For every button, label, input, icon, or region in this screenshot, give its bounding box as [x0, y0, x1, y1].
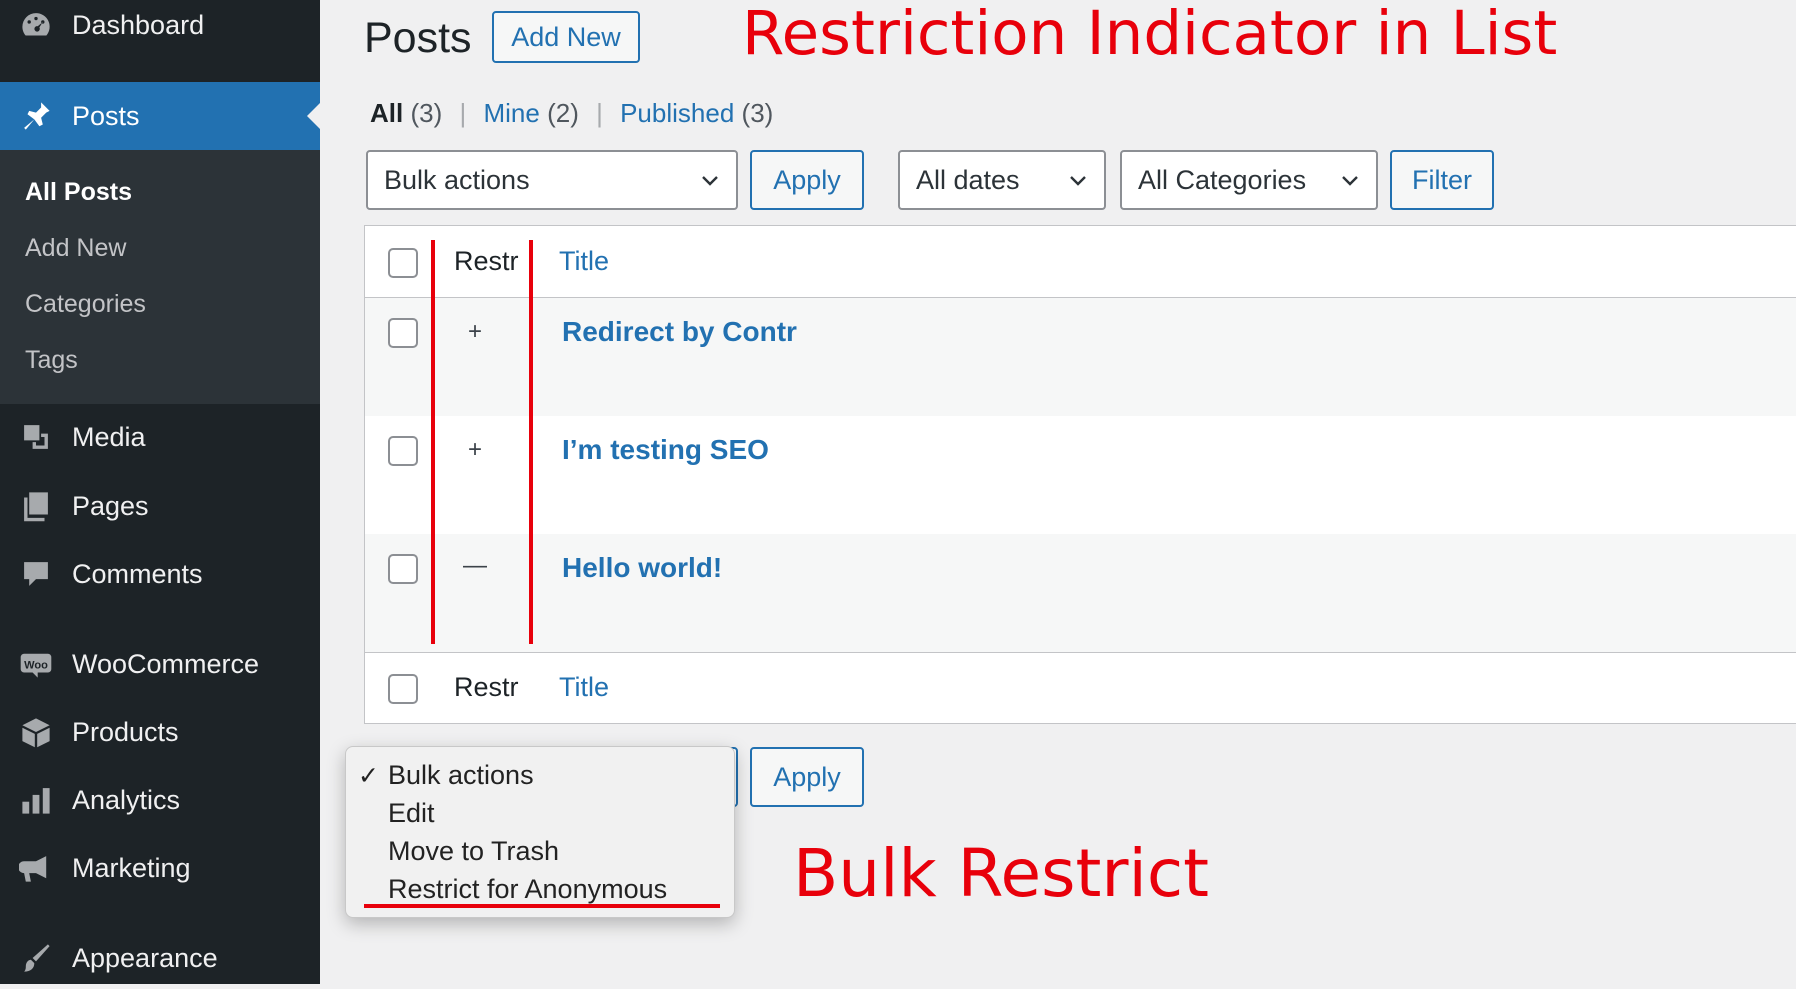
- post-title-link[interactable]: Redirect by Contr: [562, 316, 797, 348]
- restriction-indicator: +: [467, 436, 482, 463]
- bulk-actions-dropdown: ✓ Bulk actions Edit Move to Trash Restri…: [345, 746, 735, 918]
- table-header: Restr Title: [365, 226, 1796, 298]
- bar-chart-icon: [18, 782, 54, 818]
- box-icon: [18, 714, 54, 750]
- menu-posts[interactable]: Posts: [0, 82, 320, 150]
- add-new-button[interactable]: Add New: [492, 11, 640, 63]
- select-all-checkbox[interactable]: [388, 248, 418, 278]
- admin-sidebar: Dashboard Posts All Posts Add New Catego…: [0, 0, 320, 984]
- table-footer: Restr Title: [365, 653, 1796, 724]
- page-title: Posts: [364, 14, 472, 62]
- checkmark-icon: ✓: [358, 762, 379, 790]
- menu-marketing[interactable]: Marketing: [0, 837, 320, 899]
- menu-dashboard[interactable]: Dashboard: [0, 0, 320, 56]
- table-row: — Hello world!: [365, 534, 1796, 653]
- annotation-bulk-restrict: Bulk Restrict: [793, 835, 1210, 912]
- annotation-restriction-indicator: Restriction Indicator in List: [742, 0, 1558, 69]
- submenu-add-new[interactable]: Add New: [25, 234, 126, 263]
- annotation-line-left: [431, 240, 435, 644]
- separator: |: [596, 98, 603, 128]
- option-bulk-actions[interactable]: Bulk actions: [388, 760, 534, 791]
- menu-label: Products: [72, 716, 179, 747]
- table-row: + Redirect by Contr: [365, 298, 1796, 416]
- menu-media[interactable]: Media: [0, 406, 320, 468]
- annotation-underline: [364, 904, 720, 908]
- pages-icon: [18, 488, 54, 524]
- apply-button-bottom[interactable]: Apply: [750, 747, 864, 807]
- menu-analytics[interactable]: Analytics: [0, 769, 320, 831]
- row-checkbox[interactable]: [388, 318, 418, 348]
- woo-icon: Woo: [18, 646, 54, 682]
- column-title[interactable]: Title: [559, 672, 609, 703]
- menu-label: Analytics: [72, 784, 181, 815]
- menu-label: Posts: [72, 100, 140, 131]
- option-restrict-anonymous[interactable]: Restrict for Anonymous: [388, 874, 667, 905]
- post-title-link[interactable]: I’m testing SEO: [562, 434, 769, 466]
- posts-table: Restr Title + Redirect by Contr + I’m te…: [364, 225, 1796, 724]
- chevron-down-icon: [1342, 176, 1358, 186]
- status-views: All (3) | Mine (2) | Published (3): [370, 98, 773, 129]
- chevron-down-icon: [1070, 176, 1086, 186]
- categories-value: All Categories: [1138, 164, 1307, 195]
- bulk-actions-value: Bulk actions: [384, 164, 530, 195]
- bulk-actions-select[interactable]: Bulk actions: [366, 150, 738, 210]
- categories-select[interactable]: All Categories: [1120, 150, 1378, 210]
- menu-label: Comments: [72, 558, 203, 589]
- menu-label: WooCommerce: [72, 648, 260, 679]
- submenu-tags[interactable]: Tags: [25, 346, 78, 375]
- column-restr: Restr: [454, 246, 519, 276]
- menu-label: Pages: [72, 490, 149, 521]
- menu-comments[interactable]: Comments: [0, 543, 320, 605]
- annotation-line-right: [529, 240, 533, 644]
- view-count: (3): [410, 98, 443, 128]
- separator: |: [459, 98, 467, 128]
- option-move-to-trash[interactable]: Move to Trash: [388, 836, 559, 867]
- dates-select[interactable]: All dates: [898, 150, 1106, 210]
- pin-icon: [18, 98, 54, 134]
- posts-submenu: All Posts Add New Categories Tags: [0, 150, 320, 404]
- menu-label: Media: [72, 421, 146, 452]
- svg-text:Woo: Woo: [24, 659, 48, 671]
- view-all[interactable]: All: [370, 98, 403, 128]
- column-restr: Restr: [454, 672, 519, 702]
- dashboard-icon: [18, 7, 54, 43]
- view-count: (3): [741, 98, 774, 128]
- view-published[interactable]: Published: [620, 98, 734, 128]
- table-row: + I’m testing SEO: [365, 416, 1796, 534]
- restriction-indicator: +: [467, 318, 482, 345]
- menu-appearance[interactable]: Appearance: [0, 927, 320, 989]
- option-edit[interactable]: Edit: [388, 798, 435, 829]
- media-icon: [18, 419, 54, 455]
- restriction-indicator: —: [463, 552, 487, 579]
- chevron-down-icon: [702, 176, 718, 186]
- post-title-link[interactable]: Hello world!: [562, 552, 722, 584]
- brush-icon: [18, 940, 54, 976]
- menu-label: Appearance: [72, 942, 218, 973]
- filter-button[interactable]: Filter: [1390, 150, 1494, 210]
- megaphone-icon: [18, 850, 54, 886]
- submenu-categories[interactable]: Categories: [25, 290, 146, 319]
- comments-icon: [18, 556, 54, 592]
- apply-button[interactable]: Apply: [750, 150, 864, 210]
- select-all-checkbox[interactable]: [388, 674, 418, 704]
- column-title[interactable]: Title: [559, 246, 609, 277]
- row-checkbox[interactable]: [388, 554, 418, 584]
- submenu-all-posts[interactable]: All Posts: [25, 178, 132, 207]
- view-count: (2): [547, 98, 579, 128]
- view-mine[interactable]: Mine: [483, 98, 539, 128]
- menu-woocommerce[interactable]: Woo WooCommerce: [0, 633, 320, 695]
- menu-label: Dashboard: [72, 9, 205, 40]
- row-checkbox[interactable]: [388, 436, 418, 466]
- menu-products[interactable]: Products: [0, 701, 320, 763]
- menu-label: Marketing: [72, 852, 191, 883]
- dates-value: All dates: [916, 164, 1020, 195]
- menu-pages[interactable]: Pages: [0, 475, 320, 537]
